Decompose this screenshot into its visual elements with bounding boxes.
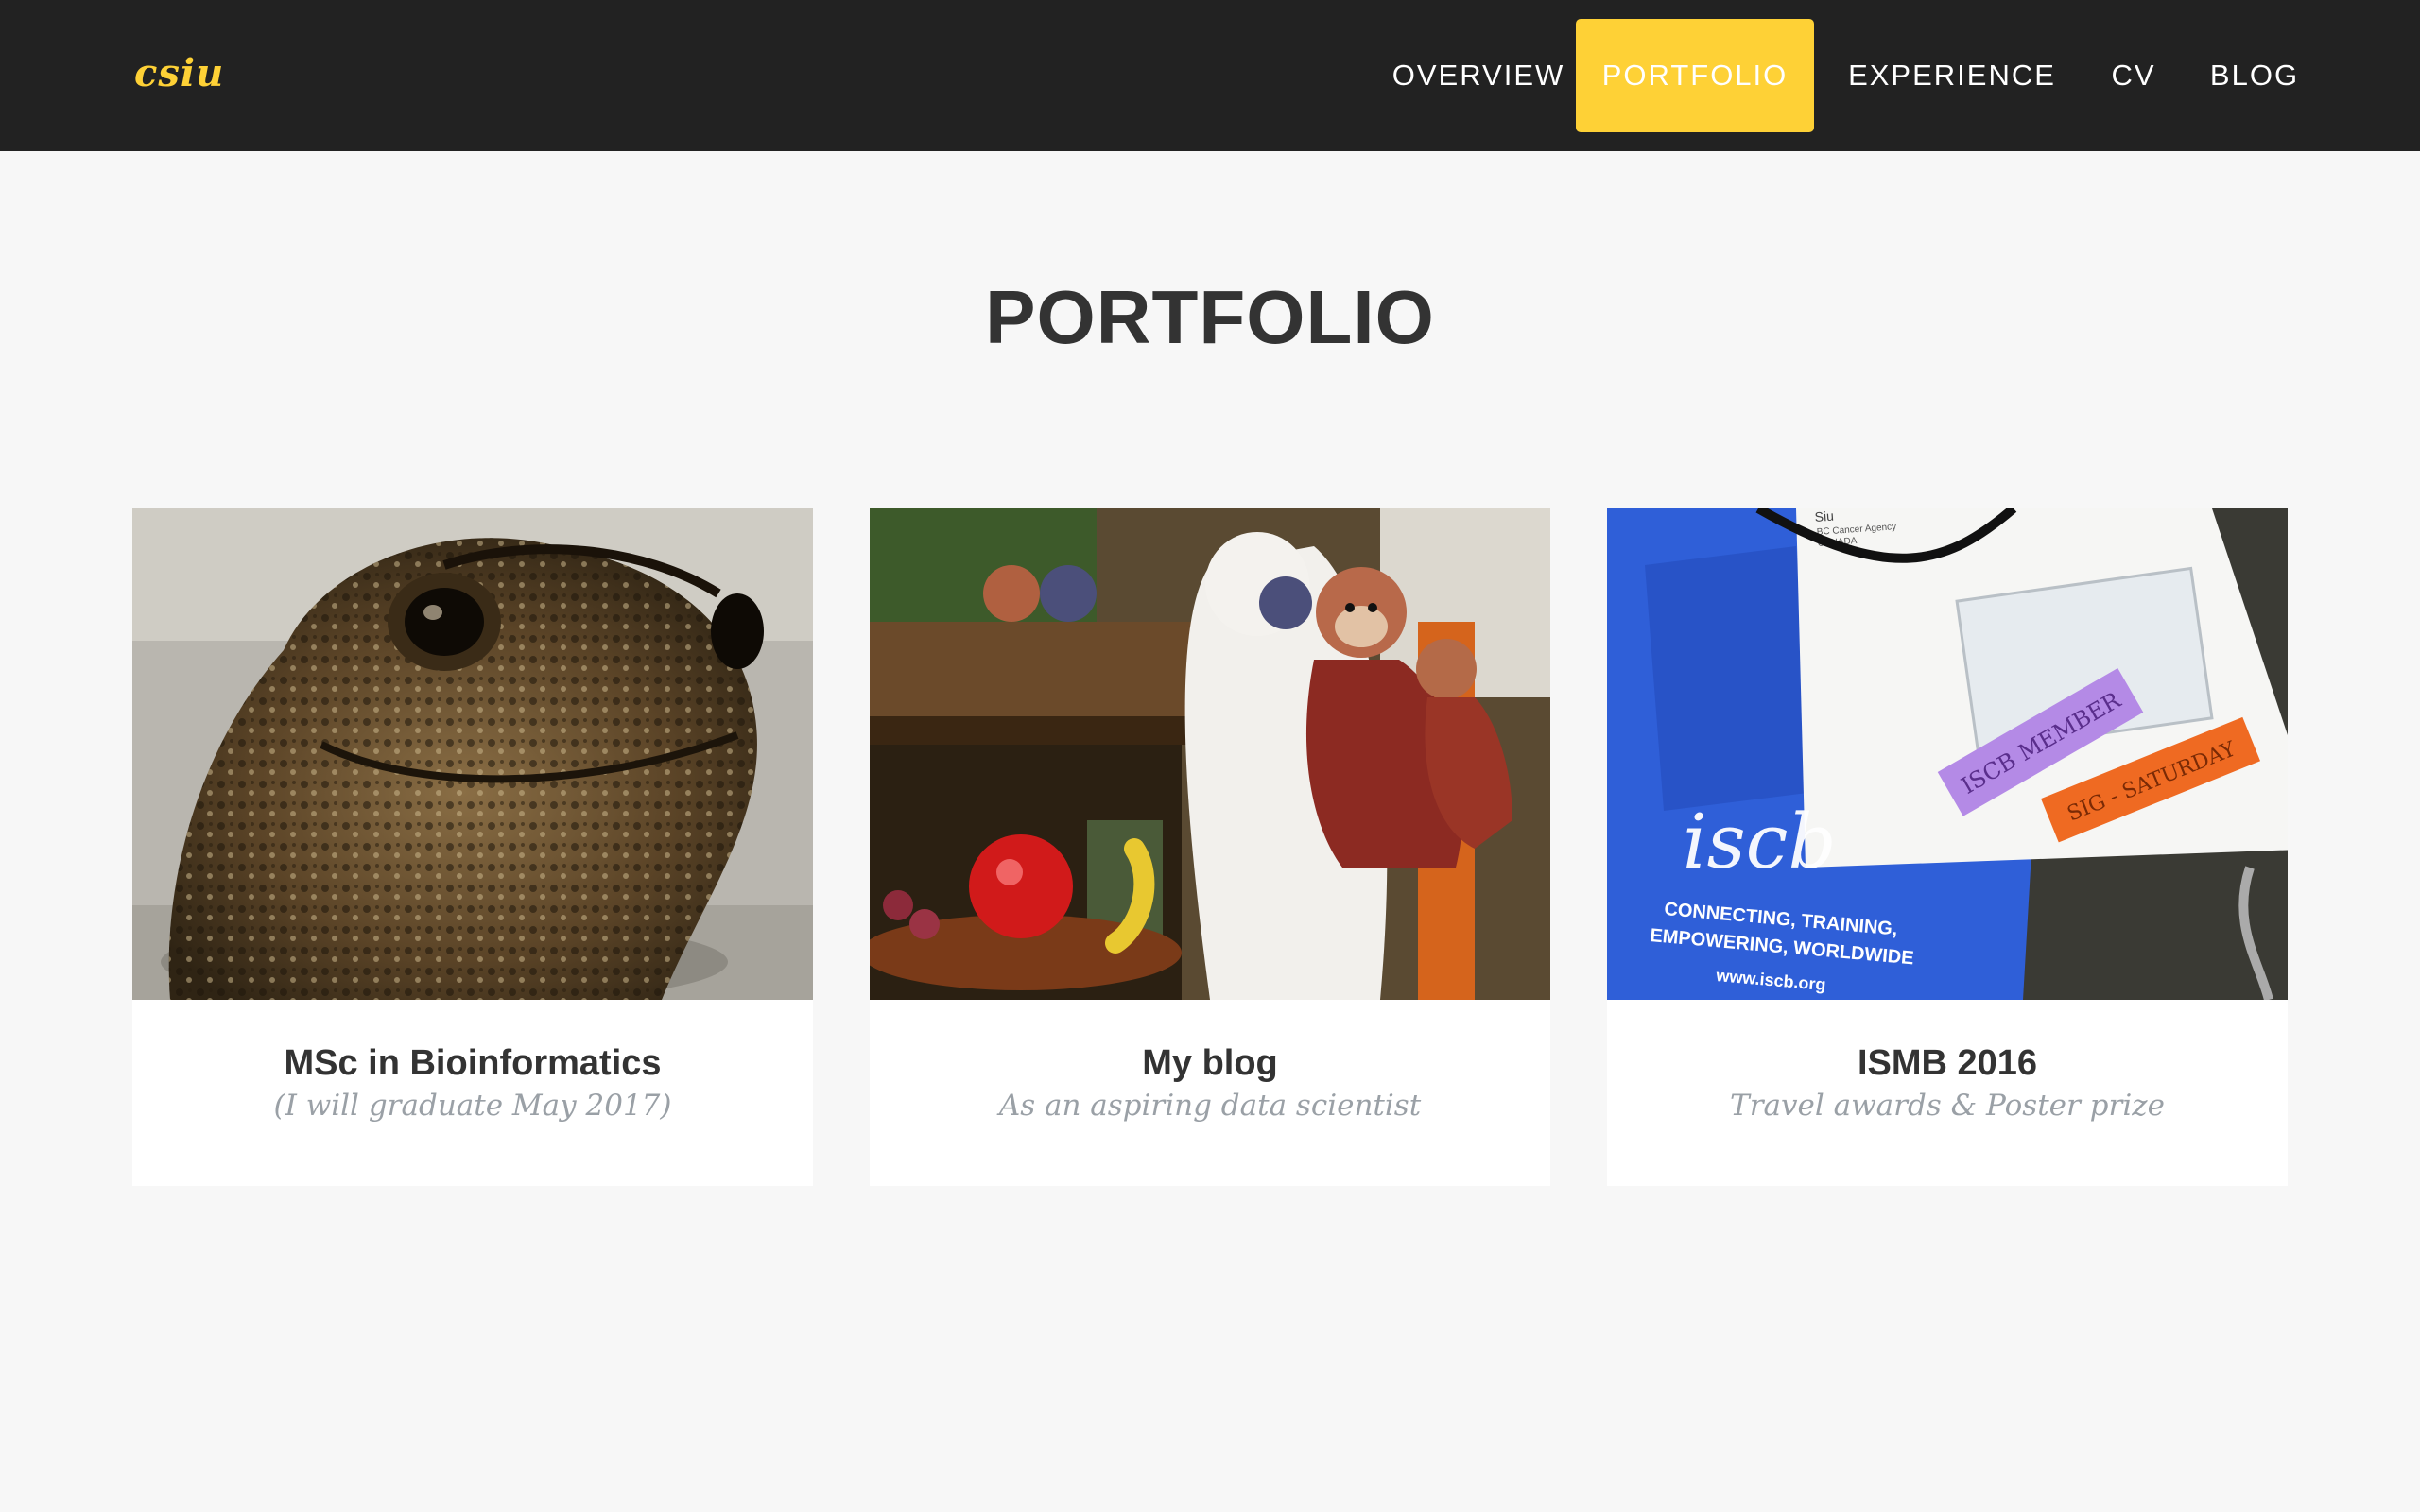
toad-photo[interactable] [132,508,813,1000]
card-subtitle: (I will graduate May 2017) [273,1089,672,1123]
iscb-logo: iscb [1683,798,1837,885]
conference-badge-photo[interactable]: ISCB MEMBER SIG - SATURDAY Siu BC Cancer… [1607,508,2288,1000]
nav-item-cv[interactable]: CV [2099,19,2169,132]
nav-item-experience[interactable]: Experience [1824,19,2081,132]
portfolio-item-msc[interactable]: MSc in Bioinformatics (I will graduate M… [132,508,813,1186]
brand-logo[interactable]: csiu [134,51,224,95]
nav-item-portfolio[interactable]: Portfolio [1576,19,1814,132]
card-title: My blog [1142,1043,1278,1083]
card-title: MSc in Bioinformatics [284,1043,662,1083]
portfolio-item-ismb[interactable]: ISCB MEMBER SIG - SATURDAY Siu BC Cancer… [1607,508,2288,1186]
card-title: ISMB 2016 [1857,1043,2038,1083]
navbar: csiu Overview Portfolio Experience CV Bl… [0,0,2420,151]
portfolio-item-blog[interactable]: My blog As an aspiring data scientist [870,508,1550,1186]
nav-item-overview[interactable]: Overview [1374,19,1582,132]
nav-item-blog[interactable]: Blog [2198,19,2311,132]
stuffed-monkeys-photo[interactable] [870,508,1550,1000]
card-subtitle: Travel awards & Poster prize [1730,1089,2165,1123]
page-title: PORTFOLIO [985,275,1435,359]
card-subtitle: As an aspiring data scientist [998,1089,1422,1123]
badge-name: Siu [1814,508,1834,524]
